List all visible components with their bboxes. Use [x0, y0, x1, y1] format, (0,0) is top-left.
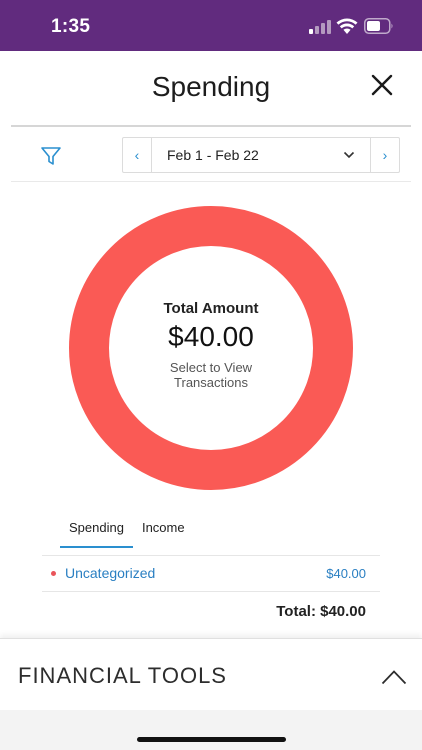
close-button[interactable]: [370, 73, 394, 97]
date-range-select[interactable]: Feb 1 - Feb 22: [152, 138, 370, 172]
page-title: Spending: [151, 71, 271, 102]
cellular-signal-icon: [309, 20, 331, 34]
donut-center-summary: Total Amount $40.00 Select to View Trans…: [69, 300, 353, 390]
select-hint-line1: Select to View: [169, 360, 253, 375]
financial-tools-title: FINANCIAL TOOLS: [18, 663, 227, 688]
home-indicator: [137, 737, 286, 742]
filter-icon[interactable]: [40, 145, 62, 167]
date-range-label: Feb 1 - Feb 22: [167, 147, 259, 163]
category-label: Uncategorized: [65, 565, 156, 581]
previous-period-button[interactable]: ‹: [123, 138, 152, 172]
select-hint: Select to View Transactions: [69, 360, 353, 390]
total-amount-value: $40.00: [168, 321, 254, 352]
battery-icon: [364, 18, 393, 34]
status-time: 1:35: [51, 16, 91, 37]
tab-spending[interactable]: Spending: [60, 520, 133, 548]
next-period-button[interactable]: ›: [370, 138, 399, 172]
filter-row: ‹ Feb 1 - Feb 22 ›: [0, 127, 422, 182]
filter-divider: [11, 181, 411, 182]
chevron-down-icon: [343, 151, 355, 159]
spending-income-tabs: Spending Income: [60, 520, 194, 548]
header: Spending: [0, 51, 422, 126]
chevron-up-icon[interactable]: [381, 669, 407, 685]
category-color-dot: [51, 571, 56, 576]
financial-tools-drawer[interactable]: FINANCIAL TOOLS: [0, 638, 422, 710]
bottom-safe-area: [0, 710, 422, 750]
chevron-right-icon: ›: [382, 147, 388, 163]
row-divider: [42, 591, 380, 592]
date-range-navigator: ‹ Feb 1 - Feb 22 ›: [122, 137, 400, 173]
chevron-left-icon: ‹: [134, 147, 140, 163]
category-row-uncategorized[interactable]: Uncategorized $40.00: [42, 556, 380, 592]
select-hint-line2: Transactions: [174, 375, 248, 390]
status-bar: 1:35: [0, 0, 422, 51]
category-amount: $40.00: [326, 566, 366, 581]
wifi-icon: [336, 18, 358, 34]
total-summary: Total: $40.00: [276, 603, 366, 620]
tab-income[interactable]: Income: [133, 520, 194, 548]
total-amount-label: Total Amount: [163, 300, 259, 317]
